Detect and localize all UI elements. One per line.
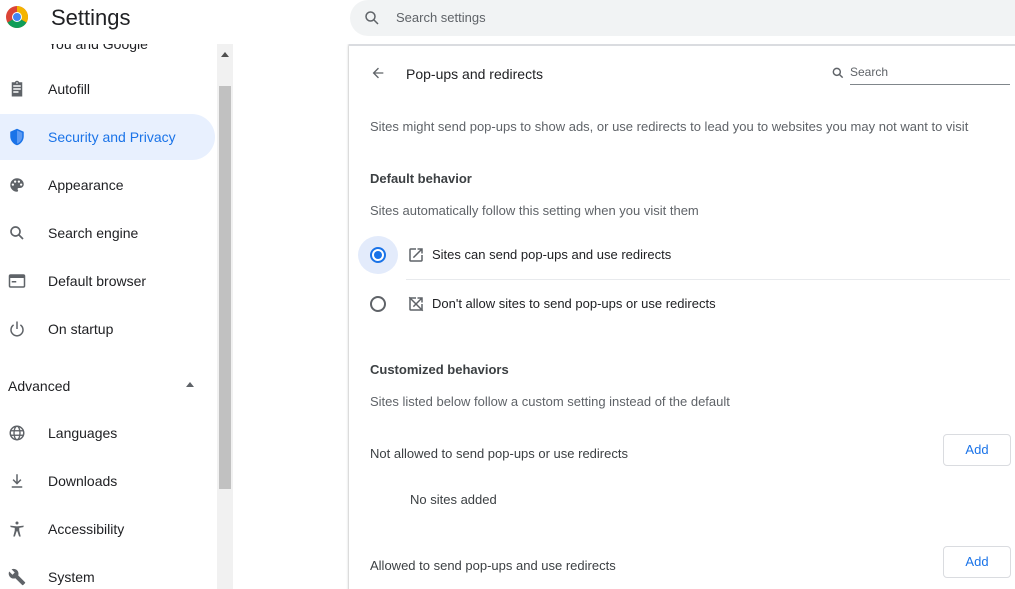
- chevron-up-icon[interactable]: [186, 382, 194, 387]
- open-in-new-icon: [409, 248, 423, 262]
- wrench-icon: [8, 568, 26, 586]
- advanced-section-toggle[interactable]: Advanced: [8, 378, 70, 394]
- sidebar-item-label: Accessibility: [48, 521, 125, 537]
- settings-search-input[interactable]: Search settings: [350, 0, 1015, 36]
- sidebar-item-default-browser[interactable]: Default browser: [0, 258, 215, 304]
- site-search-placeholder: Search: [850, 65, 889, 79]
- sidebar-item-label: Default browser: [48, 273, 147, 289]
- option-block-label[interactable]: Don't allow sites to send pop-ups or use…: [432, 296, 716, 311]
- scroll-up-arrow-icon[interactable]: [221, 52, 229, 57]
- no-sites-added-text: No sites added: [410, 492, 497, 507]
- default-behavior-subtext: Sites automatically follow this setting …: [370, 203, 699, 218]
- radio-allow-popups[interactable]: [370, 247, 386, 263]
- browser-icon: [8, 274, 26, 288]
- option-divider: [406, 279, 1010, 280]
- add-allowed-button[interactable]: Add: [943, 546, 1011, 578]
- power-icon: [10, 321, 24, 337]
- chrome-logo-icon: [6, 6, 28, 28]
- sidebar-item-search-engine[interactable]: Search engine: [0, 210, 215, 256]
- sidebar-item-label: Languages: [48, 425, 118, 441]
- sidebar-item-label: System: [48, 569, 95, 585]
- sidebar-item-label: Security and Privacy: [48, 129, 176, 145]
- sidebar-item-downloads[interactable]: Downloads: [0, 458, 215, 504]
- sidebar-item-label: Appearance: [48, 177, 124, 193]
- not-allowed-label: Not allowed to send pop-ups or use redir…: [370, 446, 628, 461]
- app-title: Settings: [51, 5, 131, 30]
- sidebar-item-on-startup[interactable]: On startup: [0, 306, 215, 352]
- clipboard-icon: [11, 80, 23, 97]
- sidebar-item-label: Autofill: [48, 81, 91, 97]
- customized-behaviors-heading: Customized behaviors: [370, 362, 509, 377]
- search-icon: [832, 67, 844, 79]
- header-divider: [349, 44, 1015, 46]
- search-placeholder: Search settings: [396, 10, 486, 25]
- download-icon: [11, 474, 23, 488]
- page-title: Pop-ups and redirects: [406, 66, 543, 82]
- palette-icon: [10, 178, 24, 192]
- page-description: Sites might send pop-ups to show ads, or…: [370, 119, 969, 134]
- sidebar-item-label: On startup: [48, 321, 114, 337]
- allowed-label: Allowed to send pop-ups and use redirect…: [370, 558, 616, 573]
- back-arrow-icon[interactable]: [370, 65, 386, 81]
- accessibility-icon: [10, 521, 24, 537]
- search-icon: [10, 226, 24, 240]
- sidebar-item-system[interactable]: System: [0, 554, 215, 589]
- sidebar-item-security-and-privacy[interactable]: Security and Privacy: [0, 114, 215, 160]
- customized-behaviors-subtext: Sites listed below follow a custom setti…: [370, 394, 730, 409]
- globe-icon: [9, 425, 25, 441]
- sidebar-item-you-and-google[interactable]: You and Google: [48, 44, 148, 52]
- site-search-input[interactable]: Search: [850, 62, 1010, 85]
- option-allow-label[interactable]: Sites can send pop-ups and use redirects: [432, 247, 671, 262]
- search-icon: [365, 11, 379, 25]
- sidebar-item-autofill[interactable]: Autofill: [0, 66, 215, 112]
- header: Settings Search settings: [0, 0, 1015, 44]
- default-behavior-heading: Default behavior: [370, 171, 472, 186]
- sidebar-item-appearance[interactable]: Appearance: [0, 162, 215, 208]
- sidebar-item-label: Downloads: [48, 473, 118, 489]
- sidebar-item-label: Search engine: [48, 225, 139, 241]
- sidebar-item-accessibility[interactable]: Accessibility: [0, 506, 215, 552]
- scrollbar-thumb[interactable]: [219, 86, 231, 489]
- sidebar: You and Google Autofill Security and Pri…: [0, 44, 232, 589]
- shield-icon: [10, 128, 24, 146]
- popup-blocked-icon: [408, 296, 424, 312]
- add-not-allowed-button[interactable]: Add: [943, 434, 1011, 466]
- radio-block-popups[interactable]: [370, 296, 386, 312]
- sidebar-item-languages[interactable]: Languages: [0, 410, 215, 456]
